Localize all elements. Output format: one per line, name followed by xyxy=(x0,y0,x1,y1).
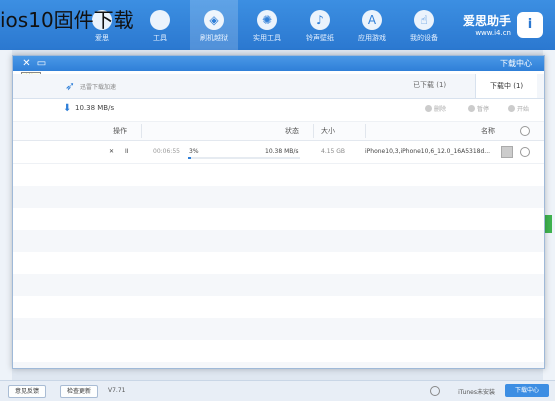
toolbox-icon xyxy=(150,10,170,30)
pause-label: 暂停 xyxy=(477,106,490,113)
download-center-button[interactable]: 下载中心 xyxy=(505,384,549,397)
pause-icon xyxy=(468,105,475,112)
column-divider xyxy=(313,124,314,138)
itunes-status: iTunes未安装 xyxy=(458,389,495,396)
minimize-icon[interactable]: ▭ xyxy=(36,58,47,69)
col-operation: 操作 xyxy=(113,127,127,135)
percent: 3% xyxy=(189,148,199,155)
col-name: 名称 xyxy=(481,127,495,135)
play-icon xyxy=(508,105,515,112)
column-divider xyxy=(141,124,142,138)
appstore-icon: A xyxy=(362,10,382,30)
table-header: 操作 状态 大小 名称 xyxy=(13,122,544,141)
total-speed: 10.38 MB/s xyxy=(75,104,115,112)
download-center-dialog: ✕ ▭ 下载中心 关闭 ➶ 迅雷下载加速 已下载 (1) 下载中 (1) ⬇ 1… xyxy=(12,55,545,369)
select-all-checkbox[interactable] xyxy=(520,126,530,136)
logo-mark: i xyxy=(517,12,543,38)
tab-downloading[interactable]: 下载中 (1) xyxy=(475,74,538,98)
dialog-title: 下载中心 xyxy=(500,59,532,68)
status-bar: 意见反馈 检查更新 V7.71 iTunes未安装 下载中心 xyxy=(0,380,555,401)
accelerate-caption: 迅雷下载加速 xyxy=(80,84,117,91)
col-size: 大小 xyxy=(321,127,335,135)
start-all-button[interactable]: 开始 xyxy=(508,104,529,113)
feedback-button[interactable]: 意见反馈 xyxy=(8,385,47,398)
box-icon: ◈ xyxy=(204,10,224,30)
device-icon: ☝ xyxy=(414,10,434,30)
pause-task-icon[interactable]: II xyxy=(125,148,129,155)
logo-url: www.i4.cn xyxy=(475,29,511,37)
remaining-time: 00:06:55 xyxy=(153,148,180,155)
column-divider xyxy=(365,124,366,138)
gear-icon: ✺ xyxy=(257,10,277,30)
progress-fill xyxy=(188,157,192,159)
check-update-button[interactable]: 检查更新 xyxy=(60,385,99,398)
nav-item-1[interactable]: 工具 xyxy=(136,0,184,50)
nav-item-3[interactable]: ✺ 实用工具 xyxy=(243,0,291,50)
nav-item-2[interactable]: ◈ 刷机越狱 xyxy=(190,0,238,50)
green-side-tab[interactable] xyxy=(544,215,552,233)
task-speed: 10.38 MB/s xyxy=(265,148,299,155)
nav-label: 铃声壁纸 xyxy=(306,34,334,42)
col-status: 状态 xyxy=(285,127,299,135)
empty-list-area xyxy=(13,164,544,368)
firmware-file-icon xyxy=(501,146,513,158)
file-size: 4.15 GB xyxy=(321,148,346,155)
close-icon[interactable]: ✕ xyxy=(21,58,32,69)
progress-bar xyxy=(188,157,300,159)
bird-icon: ➶ xyxy=(65,79,76,93)
version-label: V7.71 xyxy=(108,387,126,394)
toolbar-row: ⬇ 10.38 MB/s 删除 暂停 开始 xyxy=(13,99,544,122)
logo-name: 爱思助手 xyxy=(462,14,511,28)
nav-label: 工具 xyxy=(153,34,167,42)
left-background-panel xyxy=(0,50,12,380)
delete-label: 删除 xyxy=(434,106,447,113)
nav-item-6[interactable]: ☝ 我的设备 xyxy=(400,0,448,50)
delete-icon xyxy=(425,105,432,112)
nav-label: 我的设备 xyxy=(410,34,438,42)
nav-label: 实用工具 xyxy=(253,34,281,42)
app-logo: i 爱思助手 www.i4.cn xyxy=(453,8,543,42)
overlay-caption: ios10固件下载 xyxy=(0,8,134,32)
table-row[interactable]: ✕ II 00:06:55 3% 10.38 MB/s 4.15 GB iPho… xyxy=(13,141,544,164)
nav-label: 爱思 xyxy=(95,34,109,42)
start-label: 开始 xyxy=(517,106,530,113)
row-checkbox[interactable] xyxy=(520,147,530,157)
delete-all-button[interactable]: 删除 xyxy=(425,104,446,113)
delete-task-icon[interactable]: ✕ xyxy=(109,148,114,155)
pause-all-button[interactable]: 暂停 xyxy=(468,104,489,113)
nav-item-4[interactable]: ♪ 铃声壁纸 xyxy=(296,0,344,50)
dialog-titlebar: ✕ ▭ 下载中心 xyxy=(13,56,544,71)
nav-label: 刷机越狱 xyxy=(200,34,228,42)
bell-icon: ♪ xyxy=(310,10,330,30)
tab-downloaded[interactable]: 已下载 (1) xyxy=(413,80,446,90)
file-name: iPhone10,3,iPhone10,6_12.0_16A5318d... xyxy=(365,148,491,155)
download-arrow-icon: ⬇ xyxy=(63,103,72,114)
nav-item-5[interactable]: A 应用游戏 xyxy=(348,0,396,50)
nav-label: 应用游戏 xyxy=(358,34,386,42)
itunes-status-icon xyxy=(430,386,440,396)
download-tabs: ➶ 迅雷下载加速 已下载 (1) 下载中 (1) xyxy=(13,74,544,99)
